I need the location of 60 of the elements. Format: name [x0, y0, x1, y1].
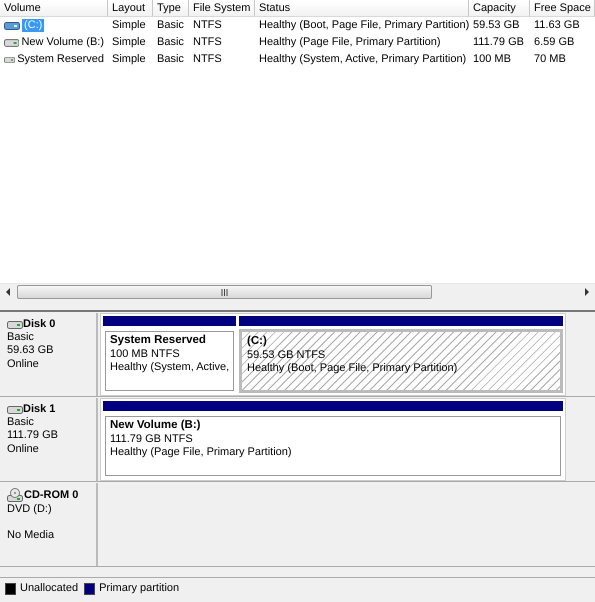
column-header[interactable]: Type: [153, 0, 189, 17]
table-cell-text: NTFS: [192, 18, 223, 33]
disk-info: Basic: [7, 416, 35, 430]
partition-name: New Volume (B:): [110, 419, 202, 433]
drive-label[interactable]: System Reserved: [17, 52, 104, 66]
column-header[interactable]: Layout: [108, 0, 153, 17]
legend-label: Unallocated: [20, 582, 78, 596]
disk-name[interactable]: Disk 0: [23, 318, 56, 332]
table-cell-text: Basic: [156, 52, 185, 67]
column-header[interactable]: Capacity: [469, 0, 530, 17]
drive-icon: [4, 20, 20, 30]
legend-label: Primary partition: [99, 582, 180, 596]
disk-info: 59.63 GB: [7, 344, 54, 358]
table-cell-text: 6.59 GB: [533, 34, 576, 50]
table-cell-text: Basic: [156, 34, 185, 50]
disk-info: DVD (D:): [7, 503, 53, 516]
splitter-bar[interactable]: [0, 300, 595, 312]
table-cell-text: 11.63 GB: [533, 18, 581, 33]
drive-label[interactable]: New Volume (B:): [21, 36, 104, 50]
partition-size: 100 MB NTFS: [110, 348, 181, 361]
table-cell-text: Healthy (Page File, Primary Partition): [258, 34, 442, 50]
disk-name[interactable]: Disk 1: [23, 403, 56, 416]
partition-status: Healthy (System, Active,: [110, 360, 229, 374]
table-cell-text: Simple: [111, 34, 147, 50]
partition-block[interactable]: (C:) 59.53 GB NTFS Healthy (Boot, Page File, Primary Partition): [239, 329, 563, 393]
drive-icon: [7, 320, 23, 330]
table-cell-text: 100 MB: [472, 52, 512, 67]
partition-size: 59.53 GB NTFS: [247, 348, 326, 362]
scrollbar-thumb[interactable]: [17, 285, 432, 299]
disk-info: Online: [7, 442, 40, 456]
disk-info: No Media: [7, 529, 56, 542]
table-cell-text: Simple: [111, 52, 147, 67]
drive-icon: [4, 54, 16, 64]
column-header[interactable]: File System: [189, 0, 255, 17]
drive-icon: [4, 38, 20, 48]
column-header[interactable]: Free Space: [530, 0, 595, 17]
table-cell-text: Healthy (Boot, Page File, Primary Partition): [258, 18, 469, 33]
disk-info: 111.79 GB: [7, 429, 59, 443]
table-cell-text: 59.53 GB: [472, 18, 520, 33]
disk-info: Online: [7, 358, 40, 371]
partition-block[interactable]: System Reserved 100 MB NTFS Healthy (System, Active,: [103, 329, 236, 393]
table-cell-text: 111.79 GB: [472, 34, 525, 50]
partition-status: Healthy (Page File, Primary Partition): [110, 446, 293, 460]
partition-name: (C:): [247, 335, 268, 349]
partition-status: Healthy (Boot, Page File, Primary Partition): [247, 362, 458, 376]
table-cell-text: NTFS: [192, 52, 223, 67]
column-header[interactable]: Status: [255, 0, 469, 17]
partition-name: System Reserved: [110, 334, 207, 348]
column-header[interactable]: Volume: [0, 0, 108, 17]
table-cell-text: NTFS: [192, 34, 223, 50]
drive-icon: [7, 404, 23, 415]
table-cell-text: Basic: [156, 18, 185, 33]
partition-size: 111.79 GB NTFS: [110, 432, 194, 446]
disk-info: Basic: [7, 331, 35, 344]
disk-name[interactable]: CD-ROM 0: [24, 488, 78, 502]
table-cell-text: Simple: [111, 18, 147, 33]
cd-drive-icon: [7, 488, 24, 503]
partition-block[interactable]: New Volume (B:) 111.79 GB NTFS Healthy (Page File, Primary Partition): [103, 414, 563, 478]
table-cell-text: Healthy (System, Active, Primary Partition): [258, 52, 468, 67]
table-cell-text: 70 MB: [533, 52, 567, 67]
